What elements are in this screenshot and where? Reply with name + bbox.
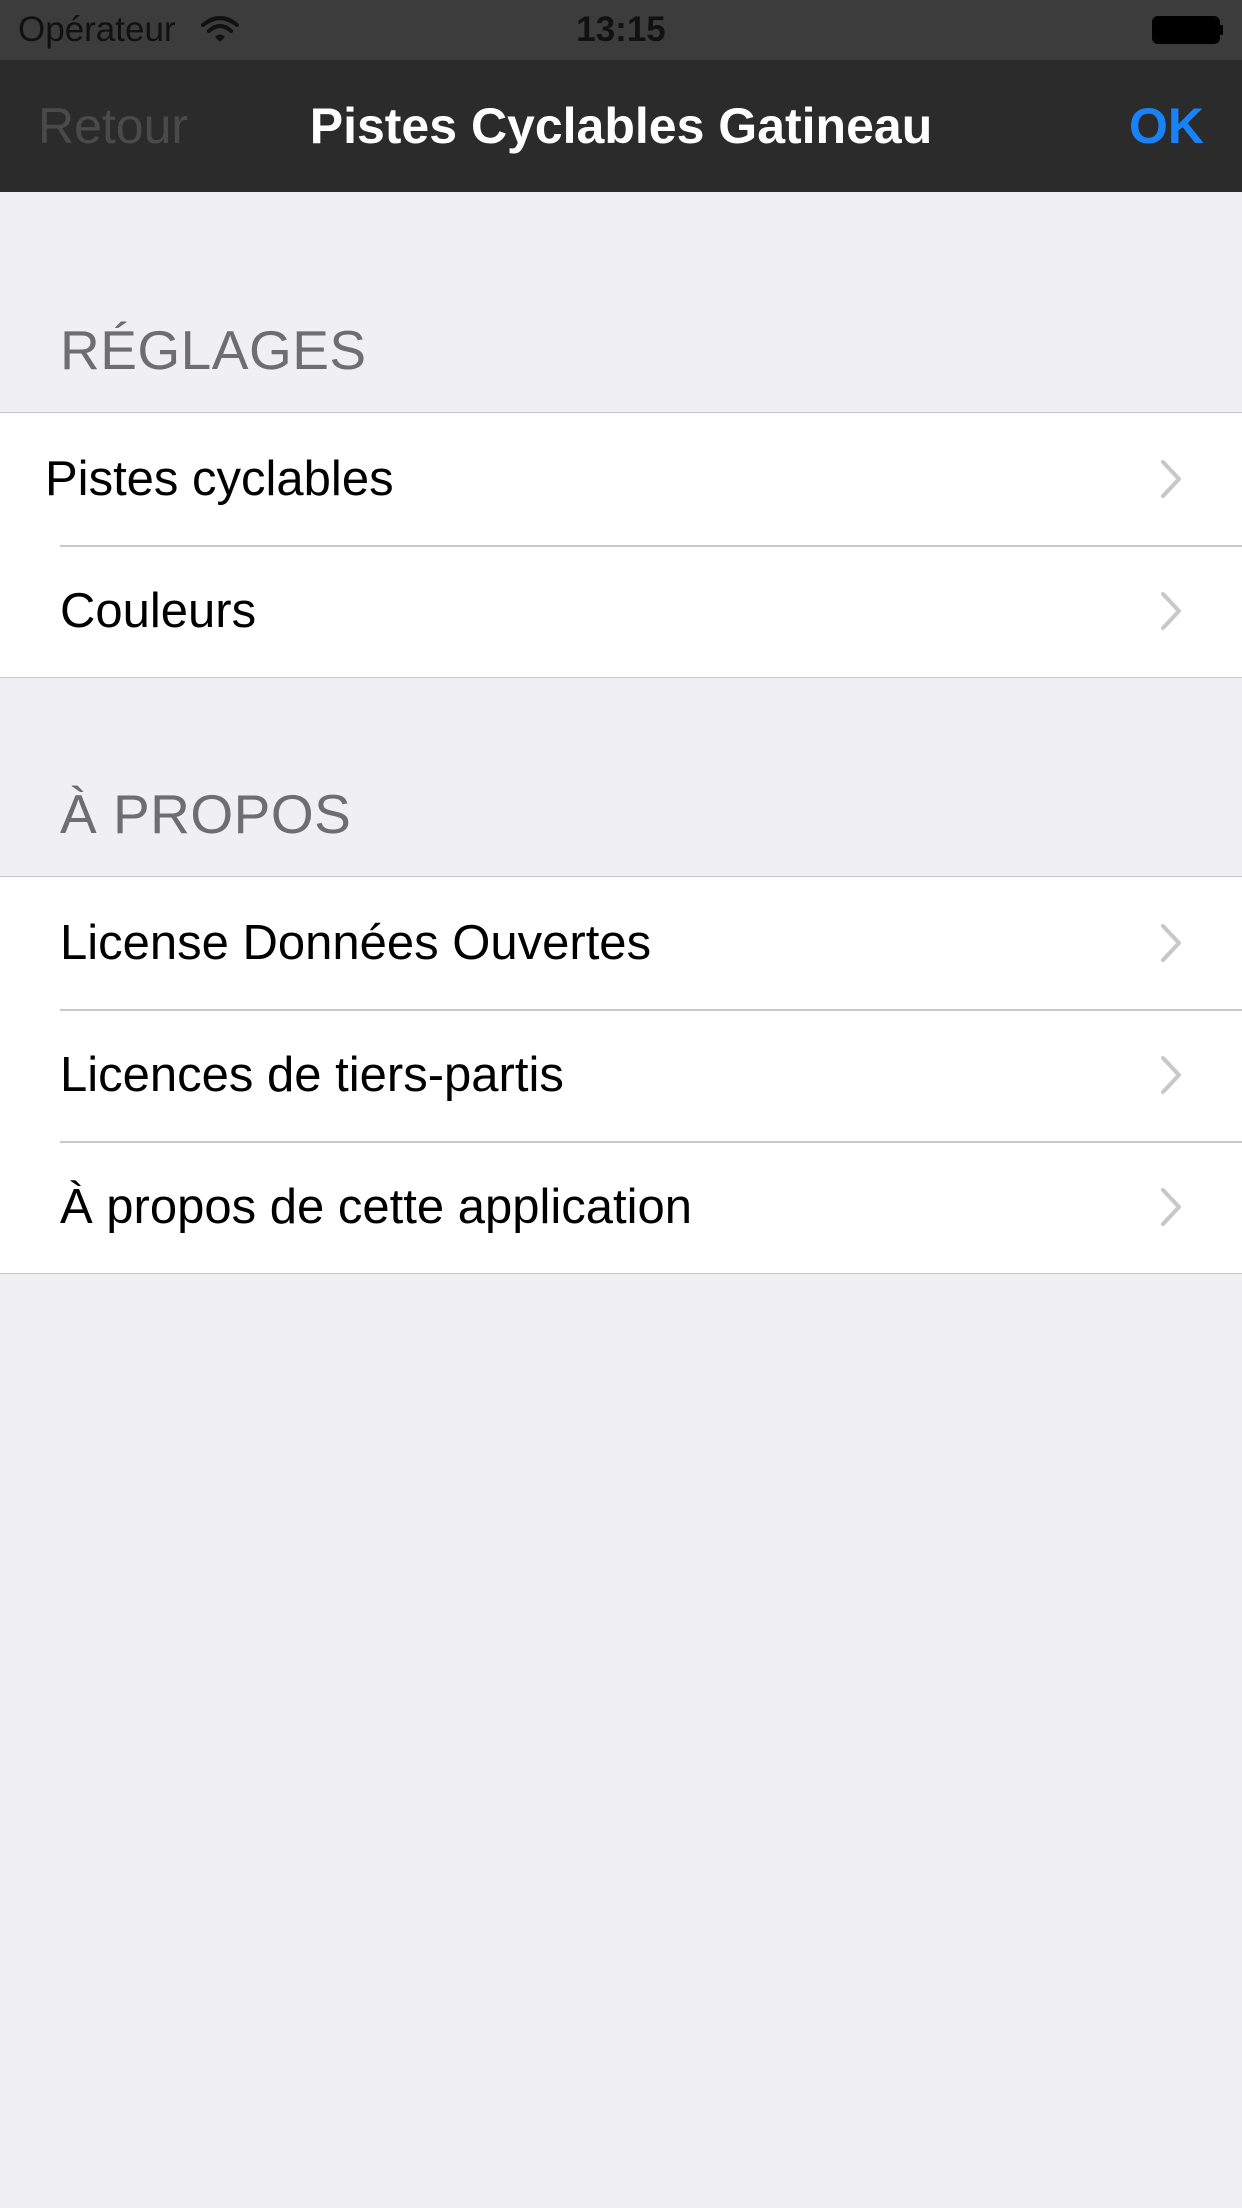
chevron-right-icon	[1161, 592, 1181, 630]
about-group: License Données Ouvertes Licences de tie…	[0, 876, 1242, 1274]
chevron-right-icon	[1161, 1056, 1181, 1094]
ok-button[interactable]: OK	[1129, 60, 1204, 192]
chevron-right-icon	[1161, 924, 1181, 962]
list-item-a-propos-application[interactable]: À propos de cette application	[0, 1141, 1242, 1273]
section-header-a-propos: À PROPOS	[60, 783, 352, 845]
list-item-label: À propos de cette application	[60, 1180, 692, 1234]
chevron-right-icon	[1161, 1188, 1181, 1226]
list-item-label: Pistes cyclables	[45, 452, 394, 506]
battery-icon	[1152, 16, 1223, 44]
list-item-label: Couleurs	[60, 584, 257, 638]
list-item-licences-tiers-partis[interactable]: Licences de tiers-partis	[0, 1009, 1242, 1141]
status-bar: Opérateur 13:15	[0, 0, 1242, 60]
list-item-label: Licences de tiers-partis	[60, 1048, 564, 1102]
chevron-right-icon	[1161, 460, 1181, 498]
section-header-reglages: RÉGLAGES	[60, 319, 367, 381]
status-time: 13:15	[576, 10, 666, 49]
list-item-pistes-cyclables[interactable]: Pistes cyclables	[0, 413, 1242, 545]
settings-group: Pistes cyclables Couleurs	[0, 412, 1242, 678]
list-item-license-donnees-ouvertes[interactable]: License Données Ouvertes	[0, 877, 1242, 1009]
list-item-label: License Données Ouvertes	[60, 916, 652, 970]
navigation-bar: Retour Pistes Cyclables Gatineau OK	[0, 60, 1242, 192]
list-item-couleurs[interactable]: Couleurs	[0, 545, 1242, 677]
page-title: Pistes Cyclables Gatineau	[309, 98, 933, 154]
